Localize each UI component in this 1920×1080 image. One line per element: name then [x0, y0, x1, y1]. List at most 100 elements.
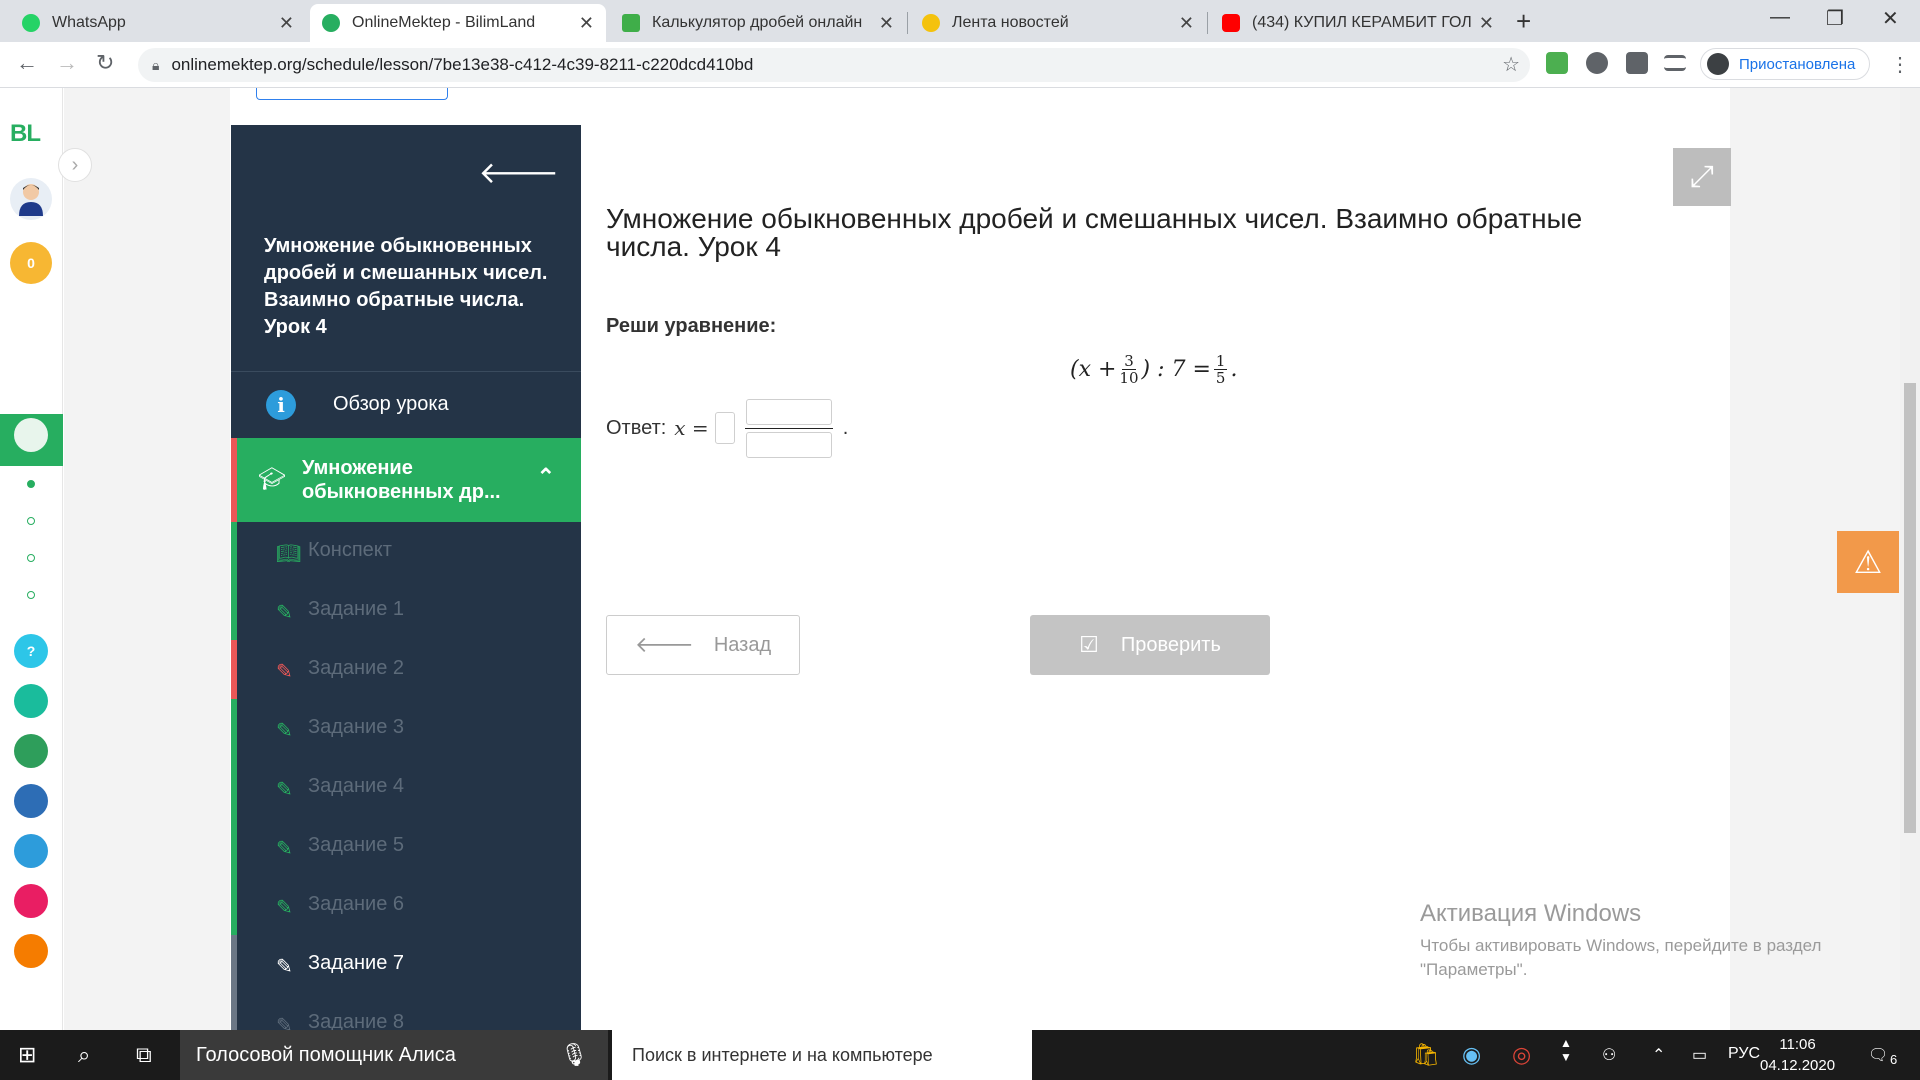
store-icon[interactable]: 🛍︎ [1412, 1042, 1440, 1068]
back-arrow-icon[interactable]: 🡐 [479, 155, 559, 191]
avatar-icon [19, 184, 43, 216]
extension-icon[interactable] [1546, 52, 1568, 74]
battery-icon[interactable]: ▭ [1692, 1045, 1707, 1065]
address-bar[interactable]: 🔒︎ onlinemektep.org/schedule/lesson/7be1… [138, 48, 1530, 82]
tab-whatsapp[interactable]: WhatsApp ✕ [10, 4, 306, 42]
task-view-icon[interactable]: ⧉ [136, 1042, 152, 1068]
close-tab-icon[interactable]: ✕ [1479, 13, 1494, 34]
search-icon[interactable]: ⌕ [78, 1042, 90, 1068]
edit-icon: ✎ [276, 1015, 293, 1030]
progress-dot[interactable] [27, 554, 35, 562]
close-tab-icon[interactable]: ✕ [579, 13, 594, 34]
new-tab-button[interactable]: + [1516, 6, 1531, 37]
scrollbar-thumb[interactable] [1904, 383, 1916, 833]
progress-dot[interactable] [27, 517, 35, 525]
puzzle-icon[interactable] [1626, 52, 1648, 74]
book-icon: 📖︎ [276, 543, 302, 565]
chrome-icon[interactable]: ◎ [1512, 1042, 1531, 1068]
sidebar-item-task-3[interactable]: ✎ Задание 3 [231, 699, 581, 758]
reading-list-icon[interactable] [1664, 55, 1686, 71]
sidebar-item-overview[interactable]: i Обзор урока [231, 371, 581, 438]
sidebar-item-label: Задание 3 [308, 716, 405, 738]
sidebar-item-label: Задание 2 [308, 657, 405, 679]
top-button-edge[interactable] [256, 88, 448, 100]
tasks-icon[interactable] [14, 834, 48, 868]
sidebar-section-active[interactable]: 🎓︎ Умножение обыкновенных др... ⌃ [231, 438, 581, 522]
windows-start-icon[interactable]: ⊞ [18, 1042, 36, 1068]
help-icon[interactable]: ? [14, 634, 48, 668]
bilimland-logo[interactable]: BL [10, 120, 41, 148]
progress-dot[interactable] [27, 591, 35, 599]
lock-icon: 🔒︎ [152, 56, 160, 73]
numerator-input[interactable] [745, 398, 832, 425]
tab-calculator[interactable]: Калькулятор дробей онлайн ✕ [610, 4, 906, 42]
sidebar-item-task-8[interactable]: ✎ Задание 8 [231, 994, 581, 1030]
overflow-arrows-icon[interactable]: ▲ ▼ [1560, 1036, 1572, 1064]
status-stripe [231, 994, 237, 1030]
people-icon[interactable]: ⚇ [1602, 1045, 1616, 1065]
sidebar-item-task-6[interactable]: ✎ Задание 6 [231, 876, 581, 935]
warning-icon[interactable]: ⚠ [1837, 531, 1899, 593]
progress-dot[interactable] [27, 480, 35, 488]
bilimbook-icon[interactable] [14, 784, 48, 818]
menu-icon[interactable]: ⋮ [1890, 52, 1910, 77]
online-mektep-icon[interactable] [14, 418, 48, 452]
close-tab-icon[interactable]: ✕ [279, 13, 294, 34]
bookmark-star-icon[interactable]: ☆ [1502, 52, 1520, 77]
denominator-input[interactable] [745, 431, 832, 458]
tab-news[interactable]: Лента новостей ✕ [910, 4, 1206, 42]
points-badge[interactable]: 0 [10, 242, 52, 284]
forward-arrow-icon[interactable]: → [56, 50, 78, 76]
watermark-title: Активация Windows [1420, 900, 1642, 927]
avatar [1707, 53, 1729, 75]
restore-icon[interactable]: ❐ [1826, 6, 1844, 31]
page-title: Умножение обыкновенных дробей и смешанны… [606, 203, 1583, 262]
back-button[interactable]: 🡐 Назад [606, 615, 800, 675]
notification-icon[interactable]: 🗨︎ [1868, 1045, 1888, 1065]
close-tab-icon[interactable]: ✕ [1179, 13, 1194, 34]
tab-title: Калькулятор дробей онлайн [652, 14, 863, 31]
edit-icon: ✎ [276, 897, 293, 919]
chevron-up-icon[interactable]: ⌃ [537, 464, 555, 490]
fullscreen-expand-icon[interactable]: ⤢ [1673, 148, 1731, 206]
sidebar-item-konspekt[interactable]: 📖︎ Конспект [231, 522, 581, 581]
tray-chevron-up-icon[interactable]: ⌃ [1652, 1045, 1665, 1065]
fraction: 3 10 [1119, 353, 1138, 386]
sidebar-item-task-7[interactable]: ✎ Задание 7 [231, 935, 581, 994]
microphone-icon[interactable]: 🎙︎ [560, 1042, 588, 1068]
pisa-icon[interactable] [14, 684, 48, 718]
twig-icon[interactable] [14, 884, 48, 918]
rail-expand-chevron-icon[interactable]: › [58, 148, 92, 182]
sidebar-item-task-5[interactable]: ✎ Задание 5 [231, 817, 581, 876]
profile-button[interactable]: Приостановлена [1700, 48, 1870, 80]
watermark-text: Чтобы активировать Windows, перейдите в … [1420, 936, 1822, 979]
status-stripe [231, 699, 237, 758]
user-avatar[interactable] [10, 178, 52, 220]
bilimland-app-icon[interactable] [14, 734, 48, 768]
steam-icon[interactable]: ◉ [1462, 1042, 1481, 1068]
web-search-input[interactable]: Поиск в интернете и на компьютере [612, 1030, 1032, 1080]
checkbox-icon: ☑ [1079, 632, 1099, 657]
extension-icon[interactable] [1586, 52, 1608, 74]
sidebar-item-task-2[interactable]: ✎ Задание 2 [231, 640, 581, 699]
back-arrow-icon[interactable]: ← [16, 50, 38, 76]
sidebar-item-task-4[interactable]: ✎ Задание 4 [231, 758, 581, 817]
check-button[interactable]: ☑ Проверить [1030, 615, 1270, 675]
language-indicator[interactable]: РУС [1728, 1045, 1760, 1063]
whole-part-input[interactable] [714, 412, 735, 444]
clock[interactable]: 11:06 04.12.2020 [1760, 1034, 1835, 1076]
close-window-icon[interactable]: ✕ [1882, 6, 1899, 31]
bilimland-icon [322, 14, 340, 32]
minimize-icon[interactable]: — [1770, 6, 1790, 29]
sidebar-item-task-1[interactable]: ✎ Задание 1 [231, 581, 581, 640]
alice-assistant-bar[interactable]: Голосовой помощник Алиса 🎙︎ [180, 1030, 608, 1080]
tab-onlinemektep[interactable]: OnlineMektep - BilimLand ✕ [310, 4, 606, 42]
edit-icon: ✎ [276, 956, 293, 978]
clock-date: 04.12.2020 [1760, 1057, 1836, 1074]
close-tab-icon[interactable]: ✕ [879, 13, 894, 34]
reload-icon[interactable]: ↻ [96, 50, 114, 76]
mektep-icon[interactable] [14, 934, 48, 968]
alice-label: Голосовой помощник Алиса [196, 1043, 456, 1066]
tab-youtube[interactable]: (434) КУПИЛ КЕРАМБИТ ГОЛД З ✕ [1210, 4, 1506, 42]
sidebar-lesson-title: Умножение обыкновенных дробей и смешанны… [264, 235, 548, 338]
